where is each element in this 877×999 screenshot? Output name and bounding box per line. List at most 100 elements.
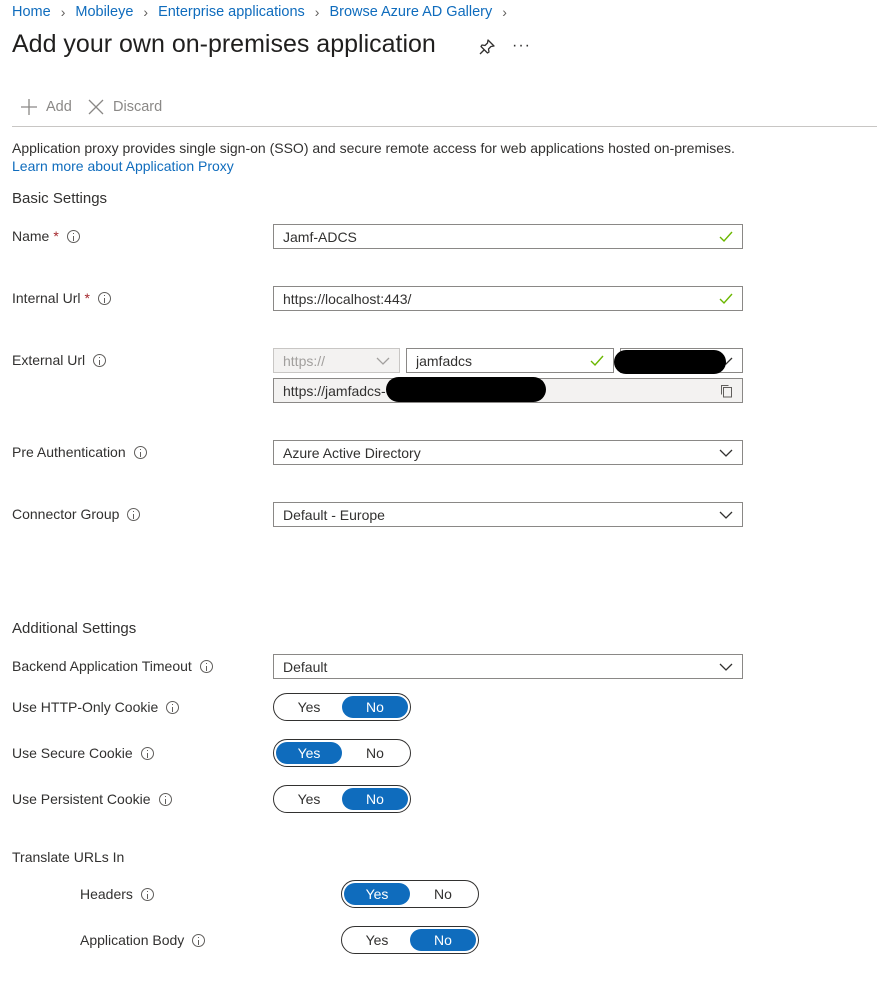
breadcrumb-enterprise-apps[interactable]: Enterprise applications (158, 4, 305, 20)
toggle-no[interactable]: No (342, 696, 408, 718)
toggle-yes[interactable]: Yes (276, 696, 342, 718)
connector-group-label-text: Connector Group (12, 506, 120, 522)
toggle-yes[interactable]: Yes (276, 788, 342, 810)
external-url-label-text: External Url (12, 352, 86, 368)
internal-url-value: https://localhost:443/ (283, 290, 412, 307)
discard-button-label: Discard (113, 99, 163, 115)
application-body-label-text: Application Body (80, 932, 185, 948)
redacted-url (386, 377, 546, 402)
page-title: Add your own on-premises application (12, 30, 436, 58)
chevron-down-icon (719, 449, 733, 457)
required-marker: * (53, 228, 59, 244)
translate-urls-heading-text: Translate URLs In (12, 849, 125, 865)
info-icon[interactable] (93, 353, 107, 367)
breadcrumb-gallery[interactable]: Browse Azure AD Gallery (329, 4, 492, 20)
translate-urls-heading: Translate URLs In (12, 849, 124, 865)
checkmark-icon (719, 231, 733, 242)
internal-url-field[interactable]: https://localhost:443/ (273, 286, 743, 311)
external-url-subdomain-field[interactable]: jamfadcs (406, 348, 614, 373)
chevron-down-icon (719, 663, 733, 671)
http-only-cookie-toggle[interactable]: Yes No (273, 693, 411, 721)
pre-auth-label-text: Pre Authentication (12, 444, 126, 460)
basic-settings-heading: Basic Settings (12, 190, 108, 207)
toggle-yes[interactable]: Yes (276, 742, 342, 764)
checkmark-icon (590, 355, 604, 366)
internal-url-label: Internal Url * (12, 290, 111, 306)
chevron-right-icon: › (60, 4, 66, 20)
name-label-text: Name (12, 228, 50, 244)
timeout-dropdown[interactable]: Default (273, 654, 743, 679)
external-url-label: External Url (12, 352, 107, 368)
pre-auth-dropdown[interactable]: Azure Active Directory (273, 440, 743, 465)
info-icon[interactable] (166, 700, 180, 714)
chevron-right-icon: › (502, 4, 507, 20)
http-only-cookie-label: Use HTTP-Only Cookie (12, 699, 180, 715)
http-only-cookie-label-text: Use HTTP-Only Cookie (12, 699, 159, 715)
add-button-label: Add (46, 99, 72, 115)
info-icon[interactable] (66, 229, 80, 243)
external-url-scheme-value: https:// (283, 352, 326, 369)
copy-icon[interactable] (720, 384, 733, 398)
headers-label-text: Headers (80, 886, 133, 902)
more-options-icon[interactable]: ··· (512, 37, 531, 55)
toggle-no[interactable]: No (410, 929, 476, 951)
info-icon[interactable] (133, 445, 147, 459)
add-button[interactable]: Add (20, 98, 72, 116)
chevron-right-icon: › (314, 4, 320, 20)
connector-group-label: Connector Group (12, 506, 141, 522)
info-icon[interactable] (199, 659, 213, 673)
chevron-right-icon: › (143, 4, 149, 20)
pin-icon[interactable] (478, 38, 496, 56)
breadcrumb-home[interactable]: Home (12, 4, 51, 20)
close-icon (88, 99, 104, 115)
chevron-down-icon (376, 357, 390, 365)
toggle-no[interactable]: No (410, 883, 476, 905)
application-body-toggle[interactable]: Yes No (341, 926, 479, 954)
info-icon[interactable] (158, 792, 172, 806)
toggle-yes[interactable]: Yes (344, 883, 410, 905)
secure-cookie-label: Use Secure Cookie (12, 745, 154, 761)
timeout-label: Backend Application Timeout (12, 658, 213, 674)
redacted-domain (614, 350, 726, 374)
chevron-down-icon (719, 511, 733, 519)
connector-group-dropdown[interactable]: Default - Europe (273, 502, 743, 527)
required-marker: * (84, 290, 90, 306)
toggle-no[interactable]: No (342, 788, 408, 810)
external-url-scheme-select: https:// (273, 348, 400, 373)
info-icon[interactable] (140, 887, 154, 901)
persistent-cookie-label: Use Persistent Cookie (12, 791, 172, 807)
external-url-subdomain-value: jamfadcs (416, 352, 473, 369)
intro-text: Application proxy provides single sign-o… (12, 139, 752, 175)
plus-icon (21, 99, 37, 115)
persistent-cookie-label-text: Use Persistent Cookie (12, 791, 151, 807)
timeout-value: Default (283, 658, 328, 675)
breadcrumb: Home › Mobileye › Enterprise application… (12, 4, 517, 20)
name-value: Jamf-ADCS (283, 228, 357, 245)
toggle-no[interactable]: No (342, 742, 408, 764)
headers-toggle[interactable]: Yes No (341, 880, 479, 908)
additional-settings-heading: Additional Settings (12, 620, 137, 637)
info-icon[interactable] (127, 507, 141, 521)
name-field[interactable]: Jamf-ADCS (273, 224, 743, 249)
pre-auth-label: Pre Authentication (12, 444, 147, 460)
discard-button[interactable]: Discard (87, 98, 162, 116)
toolbar-divider (12, 126, 877, 127)
toggle-yes[interactable]: Yes (344, 929, 410, 951)
checkmark-icon (719, 293, 733, 304)
info-icon[interactable] (192, 933, 206, 947)
secure-cookie-label-text: Use Secure Cookie (12, 745, 133, 761)
application-body-label: Application Body (80, 932, 206, 948)
persistent-cookie-toggle[interactable]: Yes No (273, 785, 411, 813)
info-icon[interactable] (140, 746, 154, 760)
breadcrumb-tenant[interactable]: Mobileye (75, 4, 133, 20)
timeout-label-text: Backend Application Timeout (12, 658, 192, 674)
secure-cookie-toggle[interactable]: Yes No (273, 739, 411, 767)
headers-label: Headers (80, 886, 154, 902)
internal-url-label-text: Internal Url (12, 290, 81, 306)
name-label: Name * (12, 228, 80, 244)
pre-auth-value: Azure Active Directory (283, 444, 421, 461)
learn-more-link[interactable]: Learn more about Application Proxy (12, 158, 234, 174)
intro-description: Application proxy provides single sign-o… (12, 140, 735, 156)
info-icon[interactable] (97, 291, 111, 305)
connector-group-value: Default - Europe (283, 506, 385, 523)
